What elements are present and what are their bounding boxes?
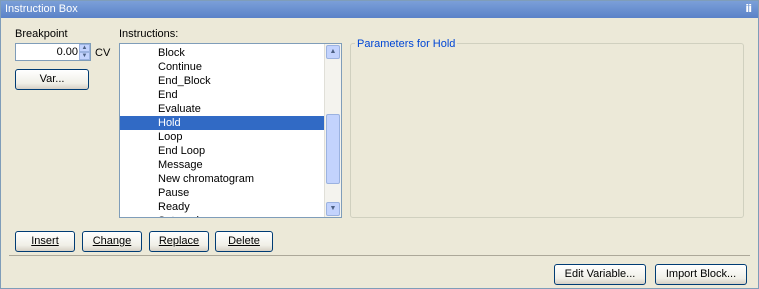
instructions-label: Instructions: <box>119 28 179 40</box>
separator <box>9 255 750 256</box>
list-item[interactable]: End <box>120 88 325 102</box>
insert-label: Insert <box>31 235 59 247</box>
replace-label: Replace <box>158 235 200 247</box>
window-title: Instruction Box <box>5 3 78 15</box>
var-button-label: Var... <box>39 73 65 85</box>
edit-variable-button[interactable]: Edit Variable... <box>554 264 646 285</box>
list-item[interactable]: End_Block <box>120 74 325 88</box>
list-item[interactable]: Message <box>120 158 325 172</box>
scroll-thumb[interactable] <box>326 114 340 184</box>
change-label: Change <box>92 235 132 247</box>
parameters-group: Parameters for Hold <box>350 38 744 218</box>
list-item[interactable]: Pause <box>120 186 325 200</box>
list-item[interactable]: Block <box>120 46 325 60</box>
instruction-box-window: Instruction Box ⅱ Breakpoint 0.00 ▲ ▼ CV… <box>0 0 759 289</box>
import-block-label: Import Block... <box>665 268 737 280</box>
delete-button[interactable]: Delete <box>215 231 273 252</box>
edit-variable-label: Edit Variable... <box>564 268 636 280</box>
instructions-list[interactable]: Block Continue End_Block End Evaluate Hold Loo… <box>119 43 342 218</box>
import-block-button[interactable]: Import Block... <box>655 264 747 285</box>
list-item[interactable]: End Loop <box>120 144 325 158</box>
list-item[interactable]: New chromatogram <box>120 172 325 186</box>
scroll-down-icon[interactable]: ▼ <box>326 202 340 216</box>
insert-button[interactable]: Insert <box>15 231 75 252</box>
scroll-up-icon[interactable]: ▲ <box>326 45 340 59</box>
var-button[interactable]: Var... <box>15 69 89 90</box>
breakpoint-spinbox[interactable]: 0.00 ▲ ▼ <box>15 43 91 61</box>
list-item[interactable]: Set mark <box>120 214 325 217</box>
list-item[interactable]: Ready <box>120 200 325 214</box>
title-bar: Instruction Box ⅱ <box>1 1 758 18</box>
breakpoint-label: Breakpoint <box>15 28 68 40</box>
instructions-items: Block Continue End_Block End Evaluate Hold Loo… <box>120 46 325 217</box>
replace-button[interactable]: Replace <box>149 231 209 252</box>
parameters-title: Parameters for Hold <box>355 38 458 50</box>
list-item[interactable]: Hold <box>120 116 325 130</box>
list-item[interactable]: Loop <box>120 130 325 144</box>
spin-down-icon[interactable]: ▼ <box>79 52 90 60</box>
breakpoint-value: 0.00 <box>56 46 78 58</box>
delete-label: Delete <box>228 235 260 247</box>
breakpoint-unit: CV <box>95 47 111 59</box>
list-item[interactable]: Continue <box>120 60 325 74</box>
list-item[interactable]: Evaluate <box>120 102 325 116</box>
change-button[interactable]: Change <box>82 231 142 252</box>
list-scrollbar[interactable]: ▲ ▼ <box>324 44 341 217</box>
pin-icon[interactable]: ⅱ <box>745 2 752 15</box>
spin-up-icon[interactable]: ▲ <box>79 44 90 52</box>
